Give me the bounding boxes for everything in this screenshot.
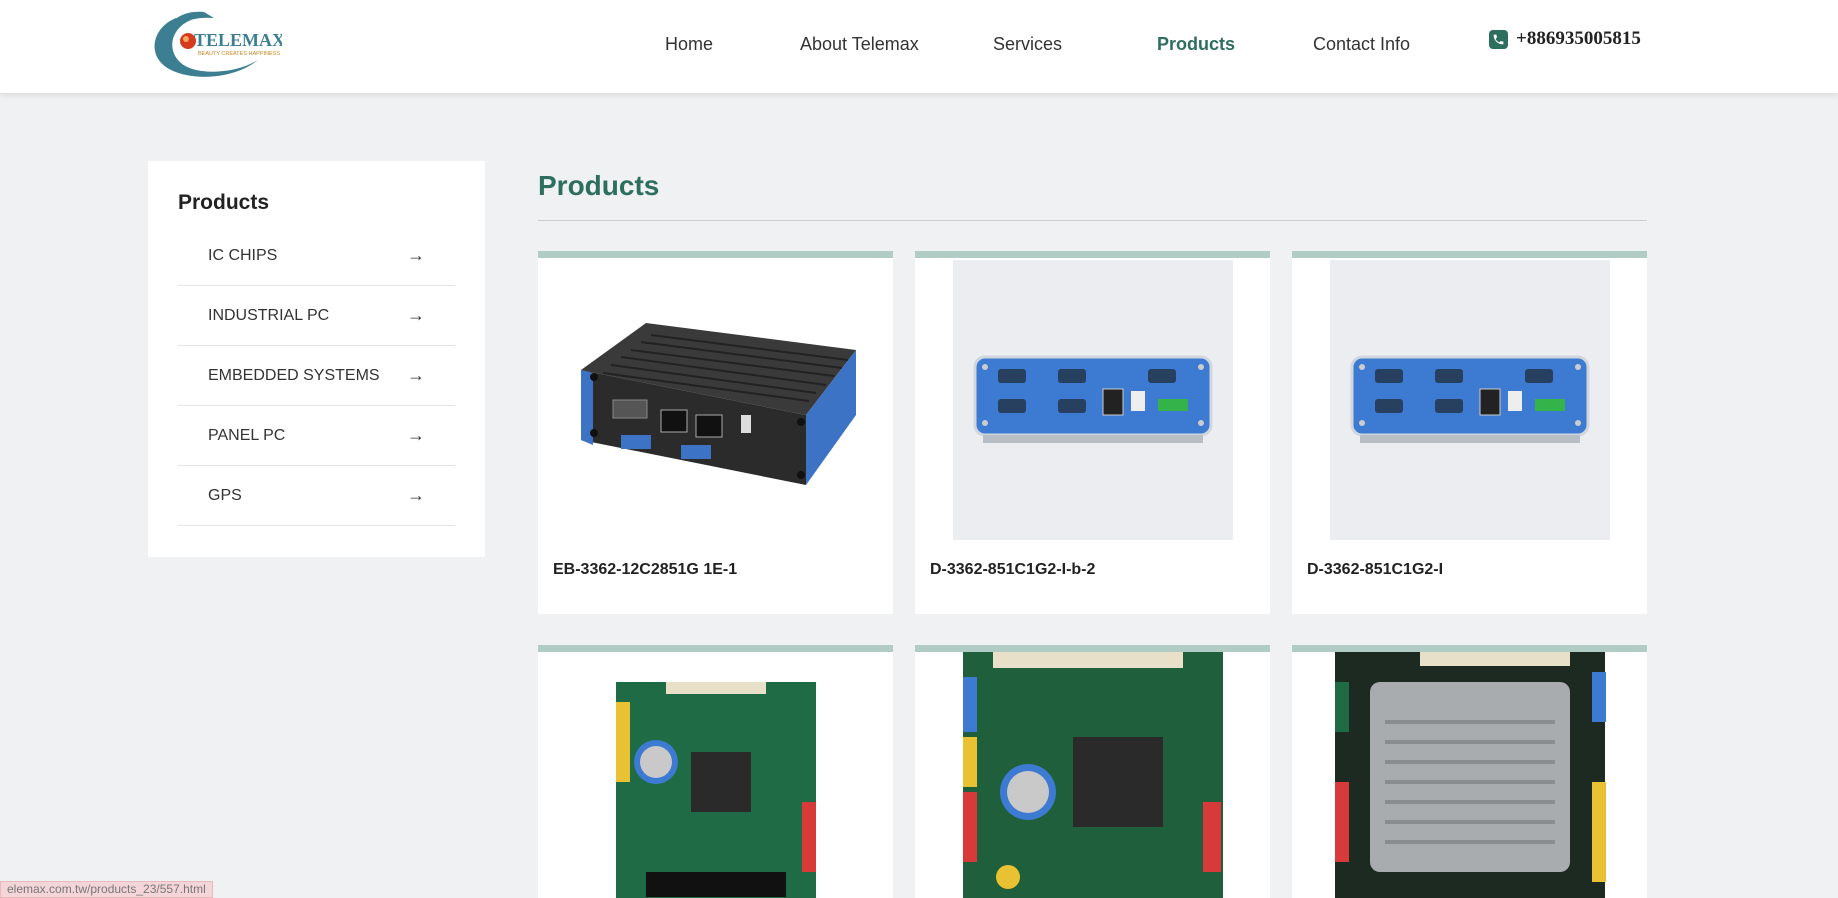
product-name[interactable]: EB-3362-12C2851G 1E-1 bbox=[553, 561, 737, 579]
product-card[interactable] bbox=[915, 645, 1270, 898]
nav-products[interactable]: Products bbox=[1157, 34, 1235, 55]
category-label: INDUSTRIAL PC bbox=[208, 306, 330, 324]
category-embedded-systems[interactable]: EMBEDDED SYSTEMS → bbox=[178, 346, 455, 406]
nav-about[interactable]: About Telemax bbox=[800, 34, 919, 55]
product-image-blue-io-panel[interactable] bbox=[915, 258, 1270, 541]
category-industrial-pc[interactable]: INDUSTRIAL PC → bbox=[178, 286, 455, 346]
category-label: GPS bbox=[208, 486, 242, 504]
product-image-pc104-board[interactable] bbox=[538, 652, 893, 898]
product-image-pc104-board[interactable] bbox=[915, 652, 1270, 898]
product-card[interactable] bbox=[538, 645, 893, 898]
phone-icon bbox=[1489, 29, 1508, 49]
status-bar-url: elemax.com.tw/products_23/557.html bbox=[0, 881, 213, 898]
site-header: TELEMAX BEAUTY CREATES HAPPINESS Home Ab… bbox=[0, 0, 1838, 93]
category-label: EMBEDDED SYSTEMS bbox=[208, 366, 380, 384]
product-card[interactable]: D-3362-851C1G2-I-b-2 bbox=[915, 251, 1270, 614]
category-label: PANEL PC bbox=[208, 426, 286, 444]
nav-home[interactable]: Home bbox=[665, 34, 713, 55]
product-name[interactable]: D-3362-851C1G2-I-b-2 bbox=[930, 561, 1095, 579]
product-card[interactable] bbox=[1292, 645, 1647, 898]
telemax-logo[interactable]: TELEMAX BEAUTY CREATES HAPPINESS bbox=[146, 8, 285, 80]
arrow-right-icon: → bbox=[407, 245, 425, 265]
product-image-pc104-board-heatsink[interactable] bbox=[1292, 652, 1647, 898]
category-ic-chips[interactable]: IC CHIPS → bbox=[178, 226, 455, 286]
arrow-right-icon: → bbox=[407, 305, 425, 325]
product-image-blue-io-panel[interactable] bbox=[1292, 258, 1647, 541]
sidebar-title: Products bbox=[178, 191, 270, 214]
nav-contact[interactable]: Contact Info bbox=[1313, 34, 1410, 55]
category-panel-pc[interactable]: PANEL PC → bbox=[178, 406, 455, 466]
category-label: IC CHIPS bbox=[208, 246, 278, 264]
phone-number: +886935005815 bbox=[1516, 28, 1641, 49]
product-image-fanless-mini-pc[interactable] bbox=[538, 258, 893, 541]
page-title: Products bbox=[538, 170, 660, 201]
category-gps[interactable]: GPS → bbox=[178, 466, 455, 526]
arrow-right-icon: → bbox=[407, 365, 425, 385]
nav-services[interactable]: Services bbox=[993, 34, 1062, 55]
logo-tagline: BEAUTY CREATES HAPPINESS bbox=[198, 51, 280, 57]
title-divider bbox=[538, 220, 1647, 221]
product-card[interactable]: EB-3362-12C2851G 1E-1 bbox=[538, 251, 893, 614]
arrow-right-icon: → bbox=[407, 425, 425, 445]
logo-text: TELEMAX bbox=[194, 30, 282, 50]
header-phone[interactable]: +886935005815 bbox=[1489, 28, 1641, 50]
product-card[interactable]: D-3362-851C1G2-I bbox=[1292, 251, 1647, 614]
product-name[interactable]: D-3362-851C1G2-I bbox=[1307, 561, 1443, 579]
arrow-right-icon: → bbox=[407, 485, 425, 505]
